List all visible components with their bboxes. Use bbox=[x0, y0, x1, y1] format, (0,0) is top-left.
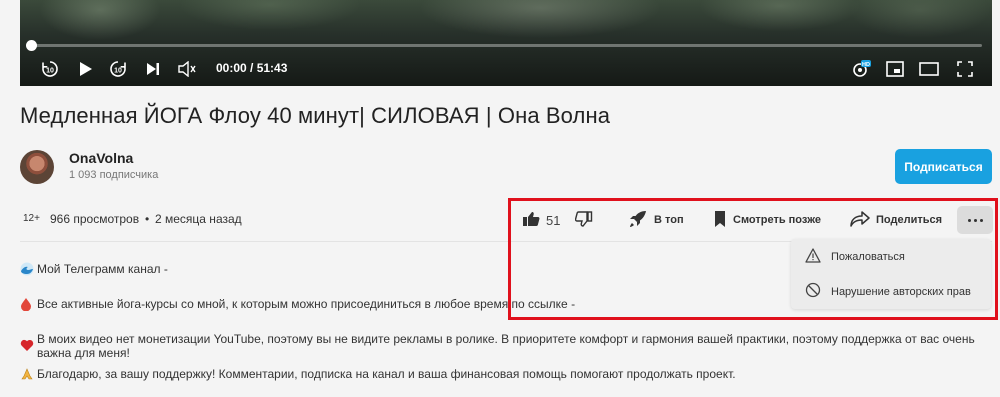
description-line: Все активные йога-курсы со мной, к котор… bbox=[20, 297, 576, 312]
time-display: 00:00 / 51:43 bbox=[216, 61, 288, 75]
share-button[interactable]: Поделиться bbox=[850, 205, 942, 235]
description-line: Мой Телеграмм канал - bbox=[20, 262, 168, 276]
like-button[interactable]: 51 bbox=[522, 205, 560, 235]
description-line: Благодарю, за вашу поддержку! Комментари… bbox=[20, 367, 736, 381]
share-arrow-icon bbox=[850, 210, 870, 230]
watch-later-label: Смотреть позже bbox=[733, 214, 821, 226]
subscribe-button[interactable]: Подписаться bbox=[895, 149, 992, 184]
like-count: 51 bbox=[546, 212, 561, 228]
progress-knob[interactable] bbox=[26, 40, 37, 51]
menu-item-label: Нарушение авторских прав bbox=[831, 285, 971, 298]
channel-name[interactable]: OnaVolna bbox=[69, 150, 133, 166]
publish-date: 2 месяца назад bbox=[155, 212, 242, 226]
description-text: Мой Телеграмм канал - bbox=[37, 262, 168, 276]
to-top-button[interactable]: В топ bbox=[628, 205, 684, 235]
play-icon[interactable] bbox=[75, 58, 97, 80]
description-text: Благодарю, за вашу поддержку! Комментари… bbox=[37, 367, 736, 381]
age-rating-badge: 12+ bbox=[23, 213, 40, 224]
more-dot bbox=[979, 218, 983, 222]
next-icon[interactable] bbox=[143, 58, 163, 80]
menu-item-copyright[interactable]: Нарушение авторских прав bbox=[791, 274, 991, 309]
theater-icon[interactable] bbox=[916, 58, 942, 80]
bookmark-icon bbox=[713, 210, 727, 231]
heart-icon bbox=[20, 339, 34, 353]
video-player[interactable]: 10 10 00:00 / 51:43 HD bbox=[20, 0, 992, 86]
svg-text:10: 10 bbox=[114, 68, 122, 75]
miniplayer-icon[interactable] bbox=[884, 58, 906, 80]
subscriber-count: 1 093 подписчика bbox=[69, 169, 159, 181]
watch-later-button[interactable]: Смотреть позже bbox=[713, 205, 821, 235]
thumbs-up-icon bbox=[522, 211, 540, 230]
to-top-label: В топ bbox=[654, 214, 684, 226]
svg-text:HD: HD bbox=[862, 62, 870, 68]
share-label: Поделиться bbox=[876, 214, 943, 226]
more-options-button[interactable] bbox=[957, 206, 993, 234]
fullscreen-icon[interactable] bbox=[954, 58, 976, 80]
praying-hands-icon bbox=[20, 367, 34, 381]
volume-icon[interactable] bbox=[175, 58, 199, 80]
forward-10-icon[interactable]: 10 bbox=[107, 58, 129, 80]
rewind-10-icon[interactable]: 10 bbox=[39, 58, 61, 80]
more-options-menu: Пожаловаться Нарушение авторских прав bbox=[791, 239, 991, 309]
rocket-icon bbox=[628, 210, 648, 231]
description-text: В моих видео нет монетизации YouTube, по… bbox=[37, 332, 975, 360]
menu-item-report[interactable]: Пожаловаться bbox=[791, 239, 991, 274]
more-dot bbox=[967, 218, 971, 222]
wave-icon bbox=[20, 262, 34, 276]
dislike-button[interactable] bbox=[574, 205, 593, 235]
video-frame bbox=[20, 0, 992, 86]
video-title: Медленная ЙОГА Флоу 40 минут| СИЛОВАЯ | … bbox=[20, 103, 611, 128]
block-icon bbox=[805, 282, 821, 301]
view-count: 966 просмотров bbox=[50, 212, 140, 226]
more-dot bbox=[973, 218, 977, 222]
description-text: Все активные йога-курсы со мной, к котор… bbox=[37, 297, 576, 311]
progress-bar[interactable] bbox=[30, 44, 982, 47]
description-line: В моих видео нет монетизации YouTube, по… bbox=[20, 332, 1000, 360]
svg-text:10: 10 bbox=[46, 68, 54, 75]
menu-item-label: Пожаловаться bbox=[831, 250, 905, 263]
thumbs-down-icon bbox=[574, 210, 593, 230]
meta-separator: • bbox=[145, 212, 150, 226]
quality-hd-icon[interactable]: HD bbox=[849, 58, 873, 80]
warning-icon bbox=[805, 247, 821, 266]
drop-icon bbox=[20, 297, 34, 312]
channel-avatar[interactable] bbox=[20, 150, 54, 184]
